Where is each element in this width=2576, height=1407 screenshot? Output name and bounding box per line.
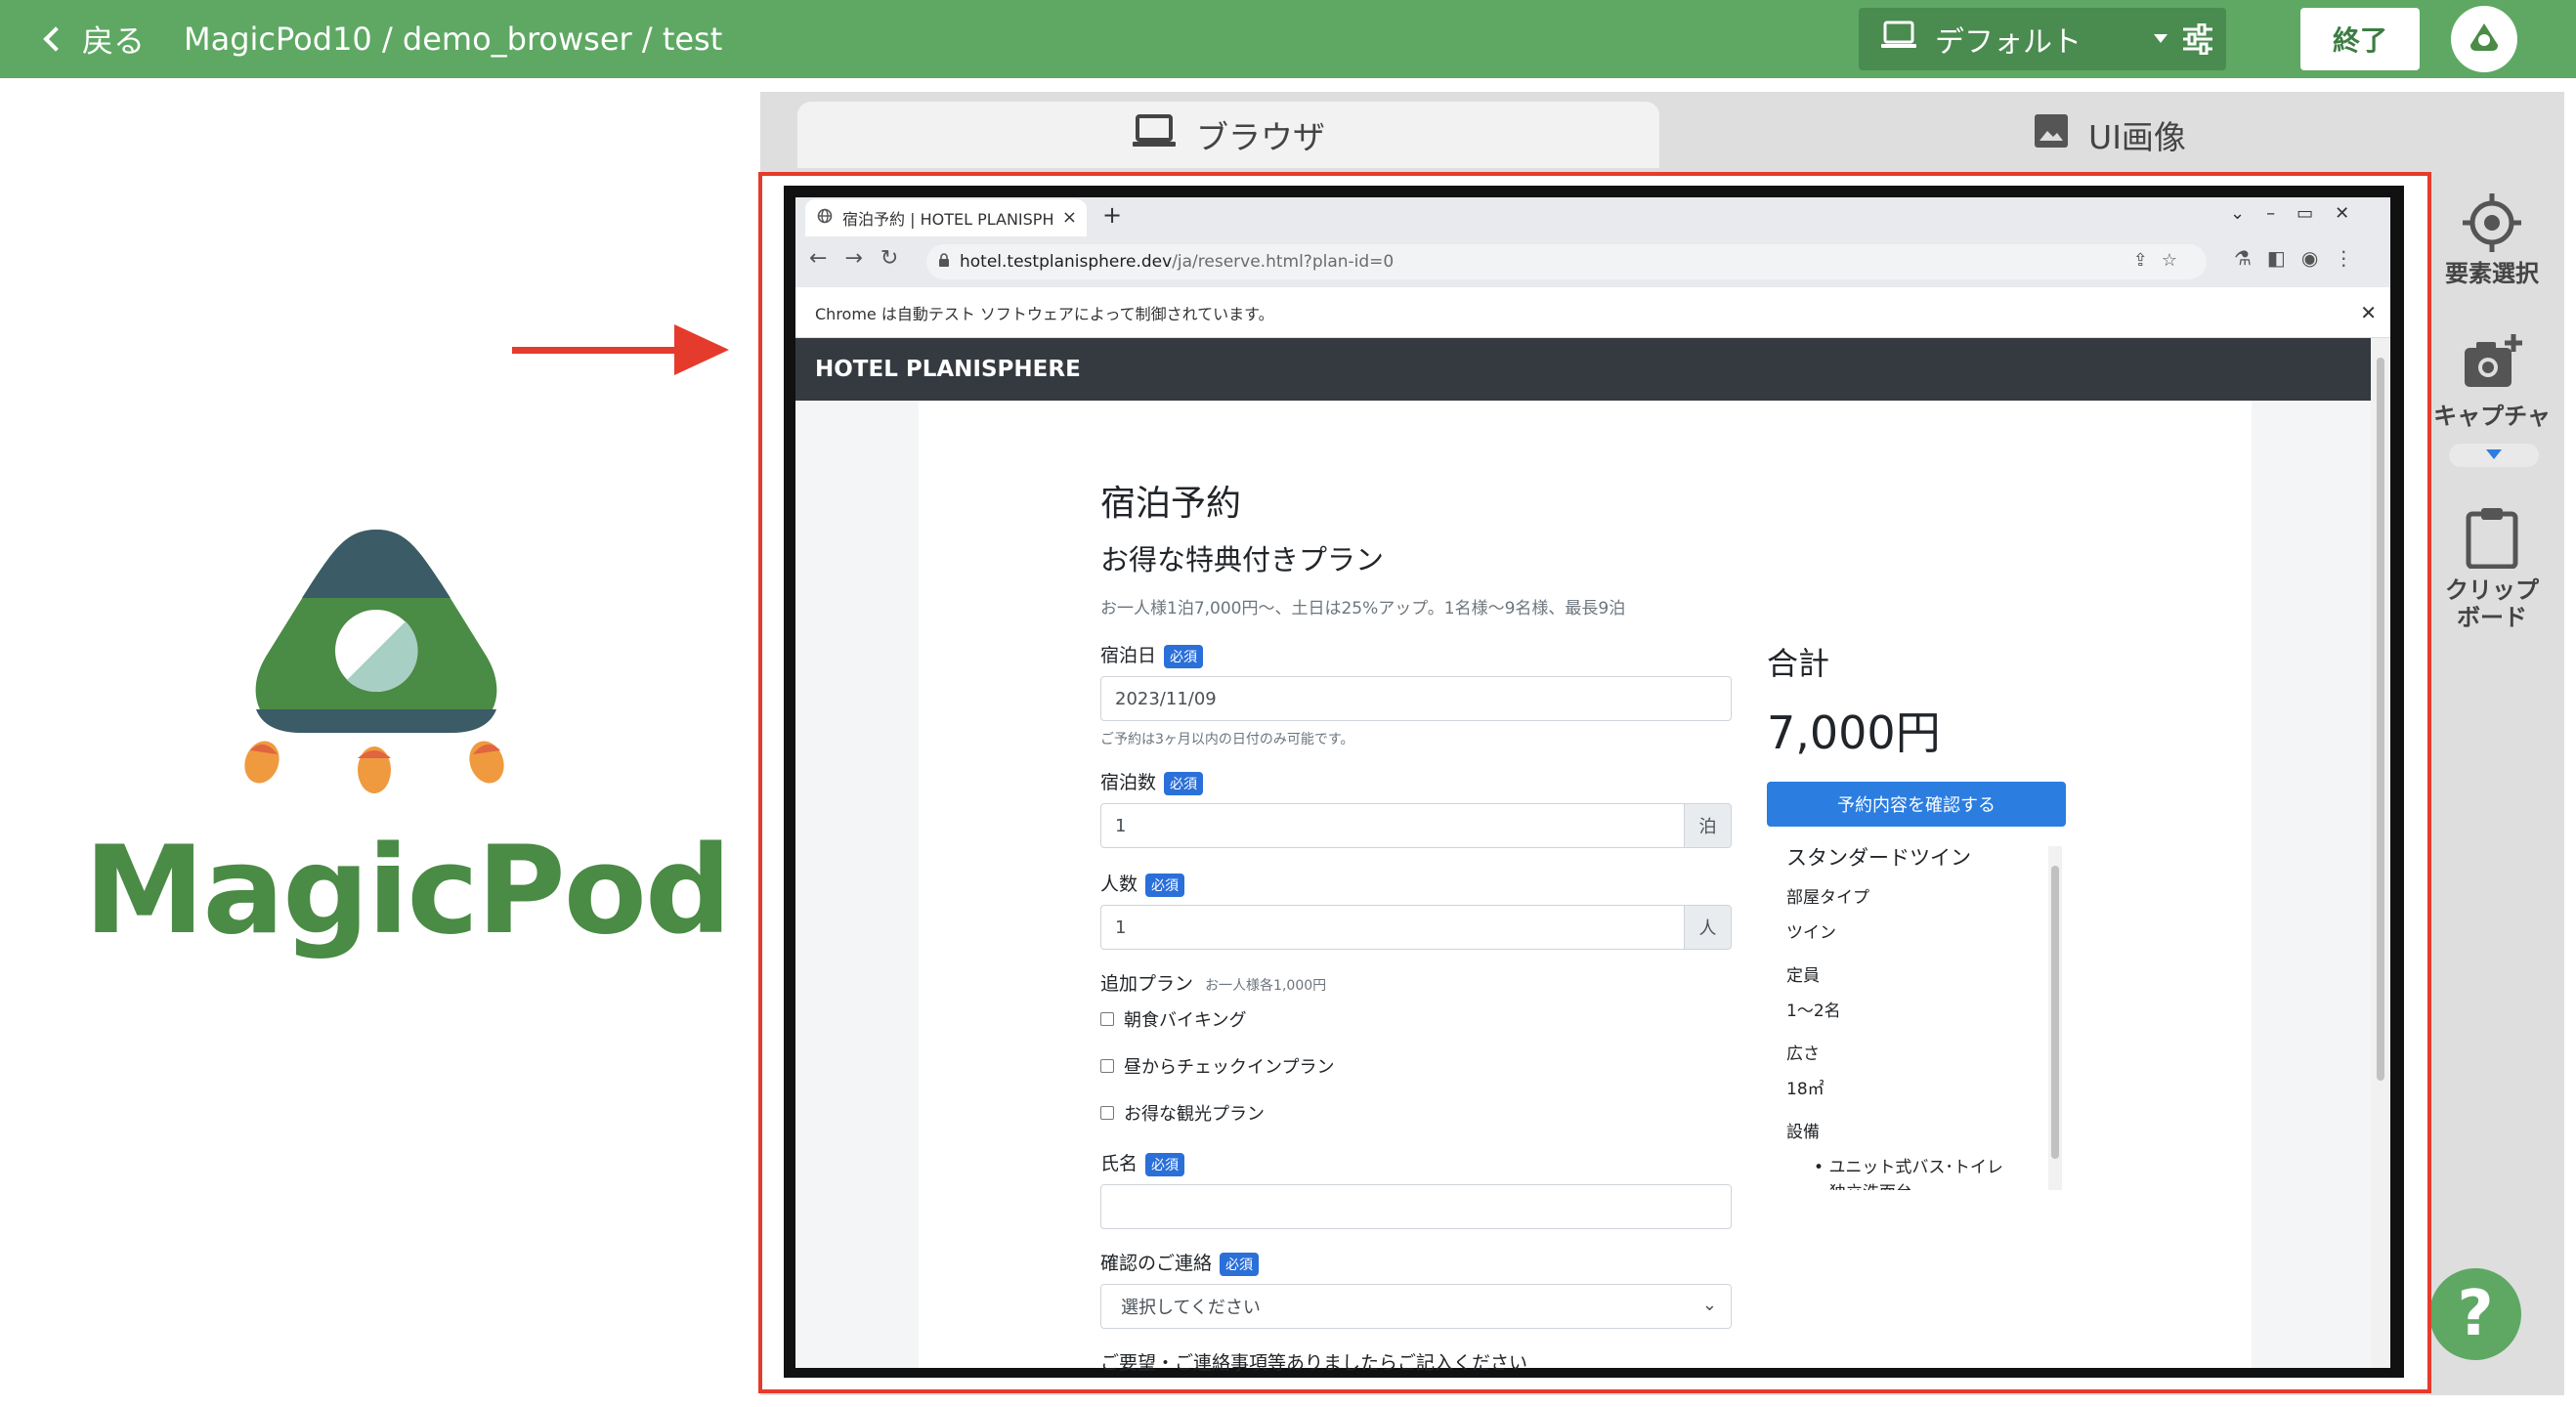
back-button[interactable]: 戻る xyxy=(39,0,145,78)
automation-infobar: Chrome は自動テスト ソフトウェアによって制御されています。 ✕ xyxy=(795,287,2390,338)
nights-label: 宿泊数 必須 xyxy=(1100,768,1204,795)
room-info-frame: スタンダードツイン 部屋タイプ ツイン 定員 1〜2名 広さ 18㎡ 設備 • … xyxy=(1769,842,2066,1190)
device-select-value: デフォルト xyxy=(1935,25,2082,60)
back-label: 戻る xyxy=(82,22,146,60)
room-type-value: ツイン xyxy=(1786,923,1836,943)
element-select-button[interactable]: 要素選択 xyxy=(2433,192,2551,287)
magicpod-avatar-icon xyxy=(2470,23,2498,51)
url-bar[interactable]: hotel.testplanisphere.dev /ja/reserve.ht… xyxy=(926,244,2207,279)
element-select-label: 要素選択 xyxy=(2445,260,2539,287)
list-item: 独立洗面台 xyxy=(1829,1178,1912,1190)
addon-plan-label: 追加プラン お一人様各1,000円 xyxy=(1100,973,1327,995)
close-icon[interactable]: × xyxy=(1062,207,1077,228)
image-icon xyxy=(2034,113,2069,156)
tab-ui-image-label: UI画像 xyxy=(2088,118,2186,156)
magicpod-logo-text: MagicPod xyxy=(84,821,732,961)
contact-select[interactable]: 選択してください ⌄ xyxy=(1100,1284,1732,1329)
name-label: 氏名 必須 xyxy=(1100,1149,1185,1176)
arrow-right-icon xyxy=(674,324,729,375)
room-type-label: 部屋タイプ xyxy=(1786,888,1869,908)
scrollbar-thumb[interactable] xyxy=(2377,358,2384,1081)
chevron-down-icon xyxy=(2154,34,2168,43)
date-hint: ご予約は3ヶ月以内の日付のみ可能です。 xyxy=(1100,732,1354,747)
name-input[interactable] xyxy=(1100,1184,1732,1229)
window-controls[interactable]: ⌄–▭✕ xyxy=(2230,203,2371,224)
lock-icon xyxy=(938,252,950,272)
help-button[interactable]: ? xyxy=(2429,1268,2521,1360)
addon-breakfast-checkbox[interactable]: 朝食バイキング xyxy=(1100,1006,1246,1032)
plan-description: お一人様1泊7,000円〜、土日は25%アップ。1名様〜9名様、最長9泊 xyxy=(1100,599,1626,618)
total-label: 合計 xyxy=(1767,645,1830,682)
total-price: 7,000円 xyxy=(1767,706,1941,759)
laptop-icon xyxy=(1132,114,1177,155)
url-host: hotel.testplanisphere.dev xyxy=(960,252,1173,272)
notes-label: ご要望・ご連絡事項等ありましたらご記入ください xyxy=(1100,1352,1528,1374)
guests-input[interactable]: 1 xyxy=(1100,905,1685,950)
required-badge: 必須 xyxy=(1145,1152,1185,1176)
nights-unit: 泊 xyxy=(1684,803,1732,848)
tab-browser-label: ブラウザ xyxy=(1196,118,1325,156)
capacity-value: 1〜2名 xyxy=(1786,1002,1841,1021)
clipboard-label-1: クリップ xyxy=(2445,576,2539,604)
nights-input[interactable]: 1 xyxy=(1100,803,1685,848)
camera-plus-icon xyxy=(2433,332,2551,403)
capture-button[interactable]: キャプチャ xyxy=(2433,332,2551,430)
page-scrollbar[interactable] xyxy=(2371,338,2390,1368)
size-value: 18㎡ xyxy=(1786,1080,1825,1099)
target-icon xyxy=(2433,192,2551,260)
site-navbar: HOTEL PLANISPHERE xyxy=(795,338,2371,401)
required-badge: 必須 xyxy=(1164,771,1204,795)
new-tab-icon[interactable]: + xyxy=(1102,201,1122,229)
chevron-down-icon xyxy=(2486,449,2502,459)
capture-dropdown[interactable] xyxy=(2449,444,2539,467)
size-label: 広さ xyxy=(1786,1045,1820,1064)
share-star-icons[interactable]: ⇪☆ xyxy=(2133,250,2191,271)
addon-sightseeing-checkbox[interactable]: お得な観光プラン xyxy=(1100,1100,1265,1126)
end-button[interactable]: 終了 xyxy=(2300,8,2420,70)
device-select[interactable]: デフォルト xyxy=(1859,8,2226,70)
infobar-text: Chrome は自動テスト ソフトウェアによって制御されています。 xyxy=(815,304,1274,323)
laptop-icon xyxy=(1880,21,1917,58)
clipboard-label-2: ボード xyxy=(2457,604,2527,631)
scrollbar-thumb[interactable] xyxy=(2051,866,2059,1159)
navigation-buttons[interactable]: ←→↻ xyxy=(809,246,916,271)
site-brand[interactable]: HOTEL PLANISPHERE xyxy=(815,357,1081,382)
magicpod-logo-icon xyxy=(235,524,518,807)
chrome-tab[interactable]: 宿泊予約 | HOTEL PLANISPH × xyxy=(805,199,1087,236)
addon-plan-note: お一人様各1,000円 xyxy=(1205,978,1327,994)
globe-icon xyxy=(817,208,833,228)
capture-label: キャプチャ xyxy=(2433,403,2551,430)
required-badge: 必須 xyxy=(1145,873,1185,897)
page-title: 宿泊予約 xyxy=(1100,484,1242,524)
guests-unit: 人 xyxy=(1684,905,1732,950)
breadcrumb: MagicPod10 / demo_browser / test xyxy=(184,21,723,58)
confirm-reservation-button[interactable]: 予約内容を確認する xyxy=(1767,782,2066,827)
date-label: 宿泊日 必須 xyxy=(1100,641,1204,668)
tab-ui-image[interactable]: UI画像 xyxy=(1659,102,2560,168)
url-path: /ja/reserve.html?plan-id=0 xyxy=(1172,252,1395,272)
room-info-scrollbar[interactable] xyxy=(2048,846,2062,1190)
pointer-arrow xyxy=(512,347,698,354)
contact-label: 確認のご連絡 必須 xyxy=(1100,1249,1260,1276)
required-badge: 必須 xyxy=(1220,1252,1260,1276)
clipboard-button[interactable]: クリップ ボード xyxy=(2433,506,2551,631)
chevron-down-icon: ⌄ xyxy=(1701,1295,1717,1315)
date-input[interactable]: 2023/11/09 xyxy=(1100,676,1732,721)
guests-label: 人数 必須 xyxy=(1100,870,1185,897)
extension-icons[interactable]: ⚗◧◉⋮ xyxy=(2234,246,2369,270)
tab-browser[interactable]: ブラウザ xyxy=(797,102,1659,168)
capacity-label: 定員 xyxy=(1786,966,1820,986)
settings-sliders-icon[interactable] xyxy=(2169,8,2226,70)
close-icon[interactable]: ✕ xyxy=(2360,301,2377,324)
list-item: • ユニット式バス･トイレ xyxy=(1814,1158,2003,1177)
facilities-label: 設備 xyxy=(1786,1123,1820,1142)
chevron-left-icon xyxy=(43,26,68,52)
plan-name: お得な特典付きプラン xyxy=(1100,543,1385,576)
room-name: スタンダードツイン xyxy=(1786,846,1971,870)
addon-early-checkin-checkbox[interactable]: 昼からチェックインプラン xyxy=(1100,1053,1334,1079)
chrome-tab-title: 宿泊予約 | HOTEL PLANISPH xyxy=(842,210,1054,229)
clipboard-icon xyxy=(2433,506,2551,576)
required-badge: 必須 xyxy=(1164,644,1204,668)
avatar[interactable] xyxy=(2451,6,2517,72)
